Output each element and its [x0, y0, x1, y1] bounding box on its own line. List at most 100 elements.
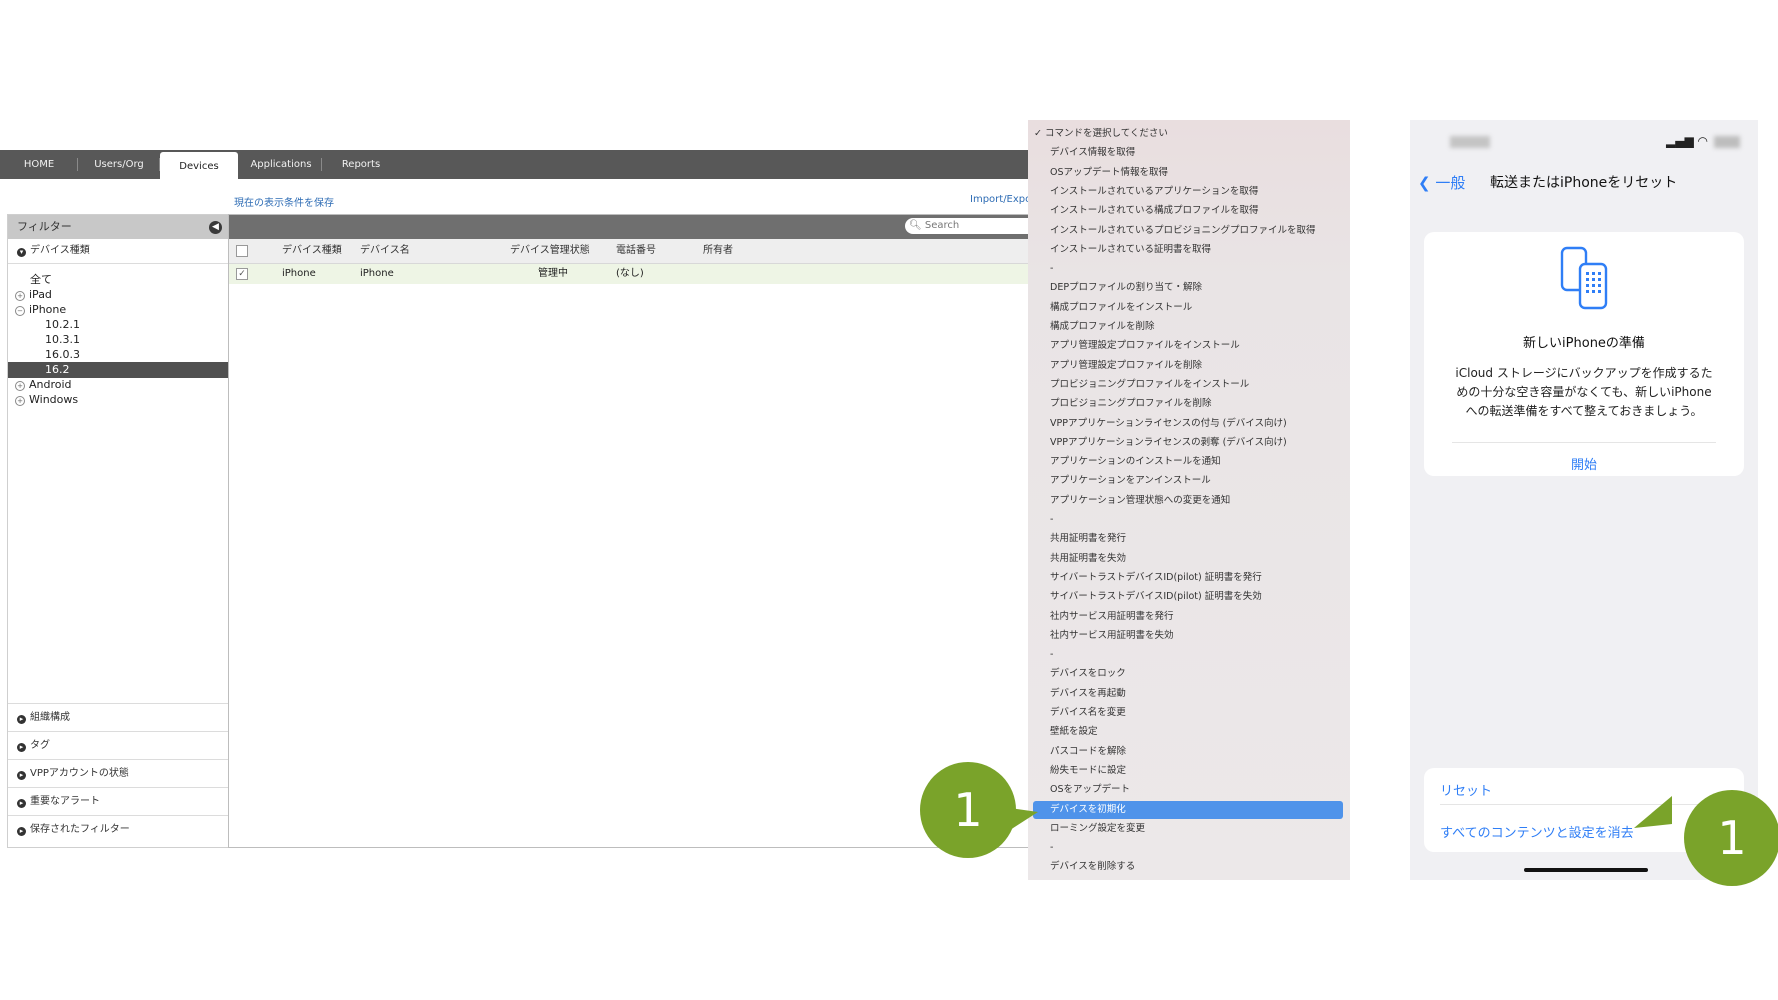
tree-item-10-3-1[interactable]: 10.3.1 [8, 332, 265, 348]
prepare-title: 新しいiPhoneの準備 [1523, 336, 1645, 351]
tree-item-iphone[interactable]: − iPhone [8, 302, 235, 318]
start-button[interactable]: 開始 [1424, 454, 1744, 473]
important-alerts-section[interactable]: ▸ 重要なアラート [8, 787, 228, 815]
menu-item[interactable]: 構成プロファイルをインストール [1050, 299, 1192, 317]
expand-icon: ▾ [17, 248, 26, 257]
expand-icon: ▸ [17, 743, 26, 752]
menu-item[interactable]: OSをアップデート [1050, 781, 1130, 799]
tree-item-label: 全て [30, 273, 52, 286]
tree-item-16-0-3[interactable]: 16.0.3 [8, 347, 265, 363]
menu-item-label: 構成プロファイルをインストール [1050, 301, 1193, 313]
tab-devices[interactable]: Devices [160, 152, 238, 182]
menu-item[interactable]: ✓ コマンドを選択してください [1034, 125, 1168, 143]
menu-item[interactable]: インストールされているプロビジョニングプロファイルを取得 [1050, 222, 1316, 240]
column-device-name[interactable]: デバイス名 [360, 239, 410, 263]
tab-home[interactable]: HOME [0, 150, 78, 179]
menu-item-label: 社内サービス用証明書を発行 [1050, 610, 1174, 622]
select-all-checkbox[interactable] [236, 245, 248, 257]
column-management-state[interactable]: デバイス管理状態 [510, 239, 590, 263]
menu-item[interactable]: デバイス情報を取得 [1050, 144, 1135, 162]
row-checkbox[interactable]: ✓ [236, 268, 248, 280]
menu-item[interactable]: プロビジョニングプロファイルをインストール [1050, 376, 1249, 394]
menu-item[interactable]: アプリ管理設定プロファイルを削除 [1050, 357, 1202, 375]
vpp-account-state-section[interactable]: ▸ VPPアカウントの状態 [8, 759, 228, 787]
column-phone-number[interactable]: 電話番号 [616, 239, 656, 263]
tree-item-android[interactable]: + Android [8, 377, 235, 393]
menu-item[interactable]: OSアップデート情報を取得 [1050, 164, 1168, 182]
menu-item-label: アプリ管理設定プロファイルを削除 [1050, 359, 1203, 371]
expand-icon: ▸ [17, 799, 26, 808]
menu-item[interactable]: 社内サービス用証明書を発行 [1050, 608, 1174, 626]
menu-item[interactable]: インストールされている証明書を取得 [1050, 241, 1211, 259]
menu-separator: - [1050, 260, 1053, 278]
menu-item[interactable]: インストールされているアプリケーションを取得 [1050, 183, 1258, 201]
menu-item[interactable]: アプリ管理設定プロファイルをインストール [1050, 337, 1240, 355]
erase-all-content-button[interactable]: すべてのコンテンツと設定を消去 [1440, 822, 1634, 841]
menu-item[interactable]: DEPプロファイルの割り当て・解除 [1050, 279, 1202, 297]
collapse-icon[interactable]: ◀ [209, 221, 222, 234]
menu-item[interactable]: サイバートラストデバイスID(pilot) 証明書を失効 [1050, 588, 1262, 606]
section-label: 組織構成 [30, 712, 70, 723]
menu-separator: - [1050, 839, 1053, 857]
device-type-section[interactable]: ▾ デバイス種類 [8, 239, 228, 264]
search-input[interactable]: 🔍︎ Search [905, 218, 1035, 234]
org-structure-section[interactable]: ▸ 組織構成 [8, 703, 228, 731]
cell-device-type: iPhone [282, 268, 316, 279]
column-owner[interactable]: 所有者 [703, 239, 733, 263]
table-row[interactable]: ✓ iPhone iPhone 管理中 (なし) [229, 264, 1031, 284]
menu-item[interactable]: デバイス名を変更 [1050, 704, 1126, 722]
tab-users-org[interactable]: Users/Org [78, 150, 160, 179]
column-device-type[interactable]: デバイス種類 [282, 239, 342, 263]
menu-item-label: - [1050, 514, 1054, 525]
menu-item-label: VPPアプリケーションライセンスの付与 (デバイス向け) [1050, 417, 1287, 429]
section-label: 重要なアラート [30, 796, 100, 807]
tree-item-windows[interactable]: + Windows [8, 392, 235, 408]
menu-item[interactable]: インストールされている構成プロファイルを取得 [1050, 202, 1259, 220]
top-navigation: HOME Users/Org Devices Applications Repo… [0, 150, 1030, 182]
menu-item[interactable]: プロビジョニングプロファイルを削除 [1050, 395, 1212, 413]
menu-item[interactable]: VPPアプリケーションライセンスの剥奪 (デバイス向け) [1050, 434, 1287, 452]
menu-item[interactable]: アプリケーション管理状態への変更を通知 [1050, 492, 1230, 510]
menu-item[interactable]: パスコードを解除 [1050, 743, 1126, 761]
expand-icon: ▸ [17, 715, 26, 724]
menu-item[interactable]: 社内サービス用証明書を失効 [1050, 627, 1174, 645]
menu-item[interactable]: サイバートラストデバイスID(pilot) 証明書を発行 [1050, 569, 1262, 587]
menu-item[interactable]: 紛失モードに設定 [1050, 762, 1126, 780]
menu-item[interactable]: VPPアプリケーションライセンスの付与 (デバイス向け) [1050, 415, 1287, 433]
back-button[interactable]: ❮ 一般 [1418, 172, 1465, 193]
menu-item-label: デバイスを再起動 [1050, 687, 1126, 699]
menu-item[interactable]: アプリケーションをアンインストール [1050, 472, 1211, 490]
home-indicator [1524, 868, 1648, 872]
menu-item[interactable]: デバイスをロック [1050, 665, 1126, 683]
expander-icon[interactable]: + [15, 381, 25, 391]
tree-item-label: 16.0.3 [45, 348, 80, 361]
menu-item-label: デバイスをロック [1050, 668, 1126, 680]
reset-button[interactable]: リセット [1440, 780, 1492, 799]
menu-item[interactable]: 構成プロファイルを削除 [1050, 318, 1155, 336]
saved-filters-section[interactable]: ▸ 保存されたフィルター [8, 815, 228, 843]
tab-applications[interactable]: Applications [240, 150, 322, 179]
tree-item-10-2-1[interactable]: 10.2.1 [8, 317, 265, 333]
menu-item-label: プロビジョニングプロファイルをインストール [1050, 378, 1250, 390]
menu-item[interactable]: 共用証明書を発行 [1050, 530, 1126, 548]
menu-item[interactable]: デバイスを削除する [1050, 858, 1135, 876]
menu-item[interactable]: ローミング設定を変更 [1050, 820, 1145, 838]
save-view-conditions-link[interactable]: 現在の表示条件を保存 [234, 194, 334, 209]
menu-item-initialize-device[interactable]: デバイスを初期化 [1033, 800, 1343, 819]
menu-item-label: - [1050, 649, 1054, 661]
menu-item[interactable]: アプリケーションのインストールを通知 [1050, 453, 1221, 471]
tree-item-ipad[interactable]: + iPad [8, 287, 235, 303]
expander-icon[interactable]: + [15, 396, 25, 406]
menu-item[interactable]: 壁紙を設定 [1050, 723, 1098, 741]
menu-item-label: アプリケーション管理状態への変更を通知 [1050, 494, 1231, 506]
expander-icon[interactable]: − [15, 306, 25, 316]
menu-item[interactable]: デバイスを再起動 [1050, 685, 1126, 703]
menu-item[interactable]: 共用証明書を失効 [1050, 550, 1126, 568]
filter-title: フィルター [17, 220, 72, 233]
tag-section[interactable]: ▸ タグ [8, 731, 228, 759]
expander-icon[interactable]: + [15, 291, 25, 301]
tab-reports[interactable]: Reports [322, 150, 400, 179]
tree-item-all[interactable]: 全て [8, 272, 250, 288]
tree-item-16-2[interactable]: 16.2 [8, 362, 265, 378]
import-export-link[interactable]: Import/Expo [970, 194, 1031, 205]
